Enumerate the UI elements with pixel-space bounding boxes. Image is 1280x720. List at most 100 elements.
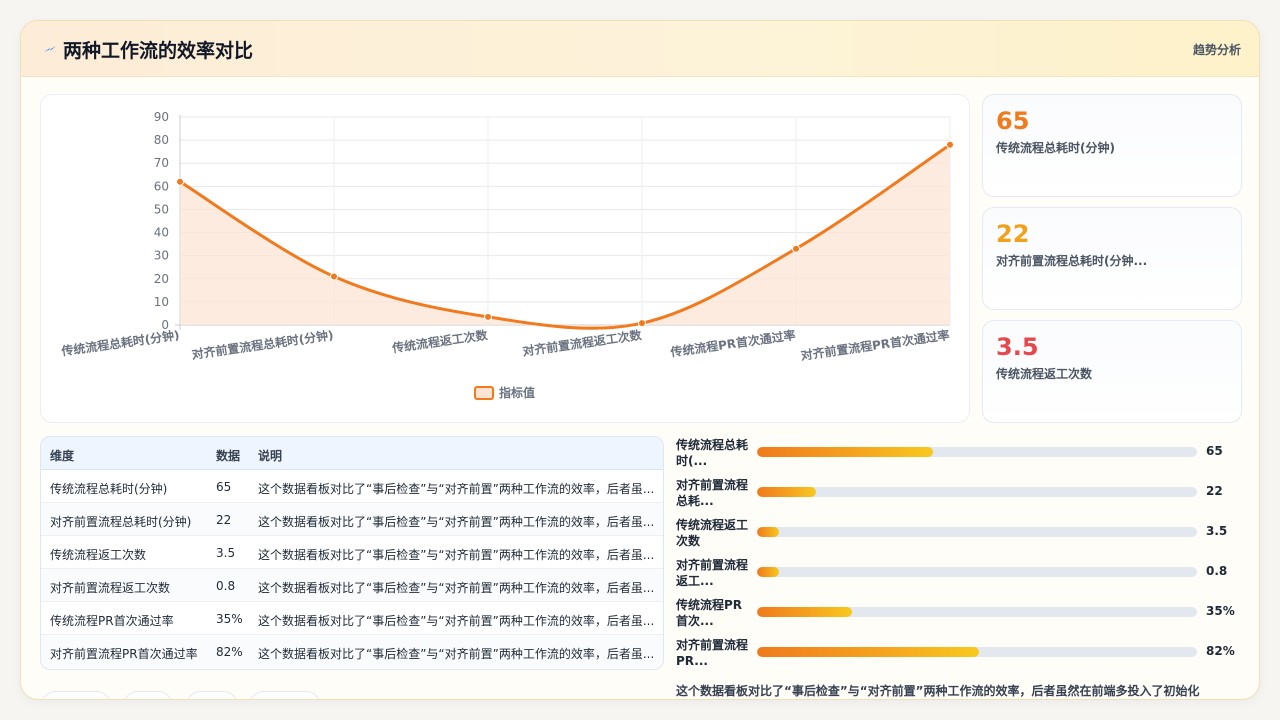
data-point: [330, 272, 338, 281]
progress-value: 82%: [1206, 644, 1235, 658]
progress-value: 22: [1206, 484, 1223, 498]
kpi-card-2: 22 对齐前置流程总耗时(分钟...: [982, 207, 1242, 310]
table-cell: 对齐前置流程PR首次通过率: [50, 647, 198, 661]
data-point: [946, 140, 954, 149]
y-tick-label: 70: [154, 156, 169, 170]
progress-track: [757, 447, 1197, 457]
progress-label: 对齐前置流程返工...: [676, 558, 749, 588]
filter-chip[interactable]: [249, 691, 321, 699]
column-header: 维度: [50, 449, 75, 463]
table-cell: 传统流程PR首次通过率: [50, 614, 174, 628]
progress-label: 对齐前置流程总耗...: [676, 478, 749, 508]
table-cell: 对齐前置流程总耗时(分钟): [50, 515, 192, 529]
table-row: 对齐前置流程总耗时(分钟) 22 这个数据看板对比了“事后检查”与“对齐前置”两…: [41, 503, 663, 536]
progress-row: 对齐前置流程总耗... 22: [676, 477, 1256, 517]
progress-fill: [757, 487, 817, 497]
x-tick-label: 对齐前置流程返工次数: [521, 327, 643, 359]
y-tick-label: 90: [154, 110, 169, 124]
filter-chip[interactable]: [186, 691, 238, 699]
x-tick-label: 对齐前置流程PR首次通过率: [800, 327, 951, 363]
kpi-value: 22: [996, 220, 1030, 248]
table-cell: 65: [216, 480, 232, 494]
y-tick-label: 60: [154, 179, 169, 193]
table-cell: 0.8: [216, 579, 236, 593]
kpi-card-3: 3.5 传统流程返工次数: [982, 320, 1242, 423]
table-cell: 这个数据看板对比了“事后检查”与“对齐前置”两种工作流的效率，后者虽...: [258, 647, 655, 661]
progress-row: 传统流程总耗时(... 65: [676, 437, 1256, 477]
table-cell: 这个数据看板对比了“事后检查”与“对齐前置”两种工作流的效率，后者虽...: [258, 515, 655, 529]
kpi-label: 传统流程总耗时(分钟): [996, 141, 1115, 155]
progress-row: 传统流程PR首次... 35%: [676, 597, 1256, 637]
progress-track: [757, 487, 1197, 497]
kpi-label: 传统流程返工次数: [996, 367, 1093, 381]
table-cell: 这个数据看板对比了“事后检查”与“对齐前置”两种工作流的效率，后者虽...: [258, 581, 655, 595]
summary-text: 这个数据看板对比了“事后检查”与“对齐前置”两种工作流的效率，后者虽然在前端多投…: [676, 684, 1200, 698]
table-cell: 22: [216, 513, 232, 527]
progress-label: 对齐前置流程PR...: [676, 638, 749, 668]
table-cell: 82%: [216, 645, 243, 659]
progress-value: 3.5: [1206, 524, 1228, 538]
table-cell: 这个数据看板对比了“事后检查”与“对齐前置”两种工作流的效率，后者虽...: [258, 482, 655, 496]
table-row: 对齐前置流程PR首次通过率 82% 这个数据看板对比了“事后检查”与“对齐前置”…: [41, 635, 663, 668]
area-fill: [180, 144, 950, 329]
chart-panel: 0 10 20 30 40 50 60 70 80 90 传统流程总耗时(分钟) 对齐前置流程总耗时(…: [40, 94, 970, 423]
data-point: [638, 319, 646, 328]
kpi-value: 65: [996, 107, 1030, 135]
filter-chip[interactable]: [41, 691, 111, 699]
progress-fill: [757, 647, 980, 657]
progress-track: [757, 527, 1197, 537]
table-cell: 这个数据看板对比了“事后检查”与“对齐前置”两种工作流的效率，后者虽...: [258, 614, 655, 628]
progress-fill: [757, 567, 779, 577]
y-tick-label: 50: [154, 202, 169, 216]
table-cell: 传统流程返工次数: [50, 548, 147, 562]
progress-fill: [757, 447, 933, 457]
page-title: 两种工作流的效率对比: [63, 40, 254, 62]
progress-row: 对齐前置流程PR... 82%: [676, 637, 1256, 677]
kpi-card-1: 65 传统流程总耗时(分钟): [982, 94, 1242, 197]
area-chart: 0102030405060708090传统流程总耗时(分钟) 对齐前置流程总耗时(…: [60, 110, 954, 400]
legend-swatch: [474, 386, 494, 400]
table-cell: 3.5: [216, 546, 236, 560]
progress-row: 传统流程返工次数 3.5: [676, 517, 1256, 557]
table-row: 传统流程总耗时(分钟) 65 这个数据看板对比了“事后检查”与“对齐前置”两种工…: [41, 470, 663, 503]
column-header: 数据: [216, 449, 241, 463]
x-tick-label: 传统流程总耗时(分钟): [60, 327, 181, 359]
lightning-icon: [44, 46, 56, 52]
y-tick-label: 80: [154, 133, 169, 147]
kpi-value: 3.5: [996, 333, 1039, 361]
table-header: 维度 数据 说明: [41, 437, 663, 470]
table-cell: 对齐前置流程返工次数: [50, 581, 171, 595]
progress-row: 对齐前置流程返工... 0.8: [676, 557, 1256, 597]
progress-fill: [757, 527, 779, 537]
data-point: [176, 177, 184, 186]
x-tick-label: 对齐前置流程总耗时(分钟): [191, 327, 335, 362]
progress-label: 传统流程总耗时(...: [676, 438, 749, 468]
table-row: 传统流程返工次数 3.5 这个数据看板对比了“事后检查”与“对齐前置”两种工作流…: [41, 536, 663, 569]
column-header: 说明: [258, 449, 283, 463]
table-cell: 传统流程总耗时(分钟): [50, 482, 168, 496]
trend-analysis-link[interactable]: 趋势分析: [1193, 41, 1241, 58]
progress-value: 35%: [1206, 604, 1235, 618]
table-row: 传统流程PR首次通过率 35% 这个数据看板对比了“事后检查”与“对齐前置”两种…: [41, 602, 663, 635]
progress-track: [757, 647, 1197, 657]
progress-track: [757, 607, 1197, 617]
progress-label: 传统流程返工次数: [676, 518, 749, 548]
table-row: 对齐前置流程返工次数 0.8 这个数据看板对比了“事后检查”与“对齐前置”两种工…: [41, 569, 663, 602]
x-tick-label: 传统流程PR首次通过率: [669, 327, 797, 360]
dashboard-card: 两种工作流的效率对比 趋势分析 0 10 20 30 40 50 60 70 80 90 传统流程总…: [20, 20, 1260, 700]
data-table: 维度 数据 说明 传统流程总耗时(分钟) 65 这个数据看板对比了“事后检查”与…: [40, 436, 664, 670]
legend-label: 指标值: [499, 385, 535, 400]
progress-fill: [757, 607, 852, 617]
progress-label: 传统流程PR首次...: [676, 598, 743, 628]
filter-chip[interactable]: [123, 691, 173, 699]
x-tick-label: 传统流程返工次数: [390, 327, 489, 355]
y-tick-label: 40: [154, 226, 169, 240]
kpi-label: 对齐前置流程总耗时(分钟...: [996, 254, 1148, 268]
progress-track: [757, 567, 1197, 577]
table-cell: 这个数据看板对比了“事后检查”与“对齐前置”两种工作流的效率，后者虽...: [258, 548, 655, 562]
y-tick-label: 20: [154, 272, 169, 286]
data-point: [484, 312, 492, 321]
y-tick-label: 30: [154, 249, 169, 263]
progress-value: 0.8: [1206, 564, 1228, 578]
data-point: [792, 244, 800, 253]
